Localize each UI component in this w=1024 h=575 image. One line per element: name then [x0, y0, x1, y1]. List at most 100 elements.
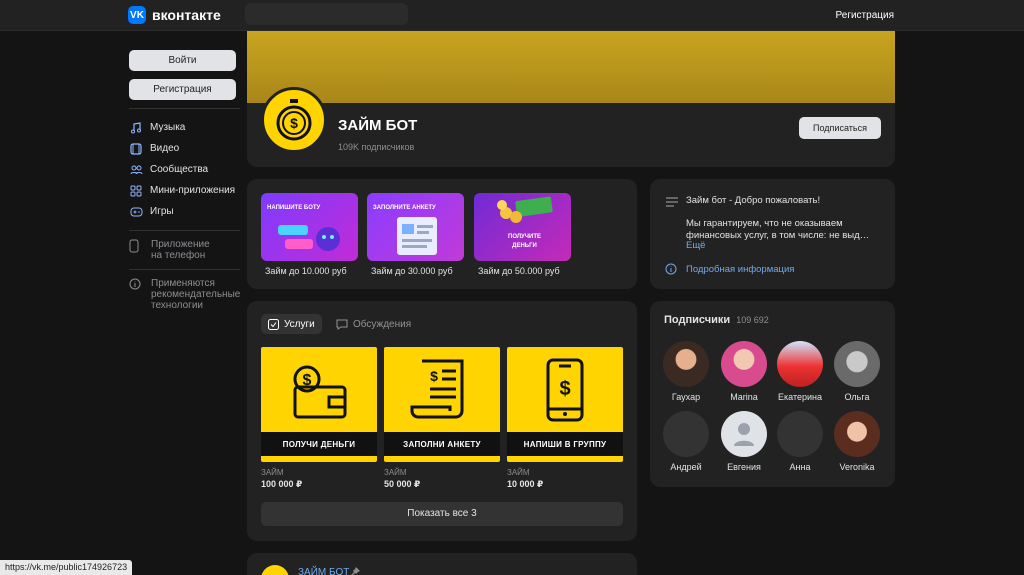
- service-image: $ НАПИШИ В ГРУППУ: [507, 347, 623, 462]
- group-header: [247, 103, 895, 167]
- gamepad-icon: [129, 205, 143, 219]
- checkbox-icon: [268, 318, 279, 330]
- sidebar-item-music[interactable]: Музыка: [129, 117, 240, 138]
- promo-get-money[interactable]: ПОЛУЧИТЕ ДЕНЬГИ: [474, 193, 571, 261]
- subscribers-heading[interactable]: Подписчики 109 692: [664, 314, 769, 326]
- tech-info-label: Применяются рекомендательные технологии: [151, 278, 241, 311]
- group-avatar[interactable]: $: [261, 87, 327, 153]
- group-name: ЗАЙМ БОТ: [338, 117, 418, 134]
- service-item[interactable]: $ ПОЛУЧИ ДЕНЬГИ ЗАЙМ 100 000 ₽: [261, 347, 377, 490]
- welcome-more-link[interactable]: Ещё: [686, 240, 705, 251]
- avatar: [663, 341, 709, 387]
- member-item[interactable]: Андрей: [658, 411, 714, 472]
- member-item[interactable]: Veronika: [829, 411, 885, 472]
- phone-icon: [129, 239, 143, 261]
- service-image: $ ПОЛУЧИ ДЕНЬГИ: [261, 347, 377, 462]
- promo-write-bot[interactable]: НАПИШИТЕ БОТУ: [261, 193, 358, 261]
- chat-bot-illustration: [278, 225, 340, 251]
- svg-text:$: $: [290, 115, 298, 131]
- show-all-button[interactable]: Показать все 3: [261, 502, 623, 526]
- avatar: [663, 411, 709, 457]
- top-bar: VK вконтакте Регистрация: [0, 0, 1024, 31]
- promo-title: НАПИШИТЕ БОТУ: [267, 205, 321, 211]
- browser-status-url: https://vk.me/public174926723: [0, 560, 133, 575]
- users-icon: [129, 163, 143, 177]
- pin-icon: [351, 567, 360, 575]
- group-subscriber-count[interactable]: 109K подписчиков: [338, 142, 414, 152]
- service-amount: 50 000 ₽: [384, 479, 421, 489]
- member-name: Marina: [730, 392, 758, 402]
- member-item[interactable]: Marina: [716, 341, 772, 402]
- welcome-title: Займ бот - Добро пожаловать!: [686, 195, 821, 206]
- tab-services[interactable]: Услуги: [261, 314, 322, 334]
- tab-label: Услуги: [284, 318, 315, 330]
- sidebar-item-video[interactable]: Видео: [129, 138, 240, 159]
- post-author-avatar[interactable]: [261, 565, 289, 575]
- service-item[interactable]: $ НАПИШИ В ГРУППУ ЗАЙМ 10 000 ₽: [507, 347, 623, 490]
- promo-card: НАПИШИТЕ БОТУ Займ до 10.000 руб ЗАПОЛНИ…: [247, 179, 637, 289]
- promo-fill-form[interactable]: ЗАПОЛНИТЕ АНКЕТУ: [367, 193, 464, 261]
- avatar: [834, 411, 880, 457]
- member-name: Евгения: [727, 462, 761, 472]
- stopwatch-dollar-icon: $: [276, 99, 312, 141]
- search-input[interactable]: [245, 3, 408, 25]
- service-band: ПОЛУЧИ ДЕНЬГИ: [261, 432, 377, 456]
- sidebar-item-label: Сообщества: [150, 164, 209, 175]
- service-amount: 10 000 ₽: [507, 479, 544, 489]
- sidebar-divider: [129, 108, 240, 109]
- phone-dollar-icon: $: [546, 358, 584, 422]
- subscribers-count: 109 692: [736, 315, 769, 325]
- money-illustration: [497, 196, 553, 223]
- avatar: [834, 341, 880, 387]
- welcome-text: Мы гарантируем, что не оказываем финансо…: [686, 218, 870, 241]
- member-item[interactable]: Евгения: [716, 411, 772, 472]
- member-name: Гаухар: [671, 392, 701, 402]
- details-link[interactable]: Подробная информация: [686, 264, 794, 275]
- group-cover: [247, 31, 895, 103]
- sidebar-item-label: Видео: [150, 143, 180, 154]
- wallet-dollar-icon: $: [293, 365, 347, 419]
- services-card: Услуги Обсуждения $ ПОЛУЧИ ДЕНЬГИ ЗАЙМ 1…: [247, 301, 637, 541]
- login-button[interactable]: Войти: [129, 50, 236, 71]
- subscribers-card: Подписчики 109 692 Гаухар Marina Екатери…: [650, 301, 895, 487]
- sidebar-item-games[interactable]: Игры: [129, 201, 240, 222]
- vk-logo[interactable]: VK вконтакте: [128, 6, 221, 24]
- chat-bubble-icon: [336, 319, 348, 330]
- sidebar-item-label: Мини-приложения: [150, 185, 236, 196]
- default-user-icon: [734, 423, 754, 446]
- sidebar-item-mini-apps[interactable]: Мини-приложения: [129, 180, 240, 201]
- top-register-link[interactable]: Регистрация: [836, 10, 894, 21]
- receipt-scroll-icon: $: [410, 359, 464, 419]
- info-icon: [665, 263, 677, 275]
- sidebar-item-label: Музыка: [150, 122, 186, 133]
- post-author-name[interactable]: ЗАЙМ БОТ: [298, 567, 349, 575]
- tech-info[interactable]: Применяются рекомендательные технологии: [129, 278, 240, 311]
- sidebar: Войти Регистрация Музыка Видео Сообществ…: [129, 50, 240, 311]
- member-item[interactable]: Анна: [772, 411, 828, 472]
- phone-app-label: Приложение на телефон: [151, 239, 210, 261]
- member-name: Ольга: [844, 392, 870, 402]
- logo-text: вконтакте: [152, 7, 221, 23]
- svg-text:$: $: [559, 378, 570, 400]
- promo-title: ПОЛУЧИТЕ ДЕНЬГИ: [508, 234, 541, 249]
- form-illustration: [397, 217, 437, 255]
- member-name: Екатерина: [778, 392, 822, 402]
- vk-logo-icon: VK: [128, 6, 146, 24]
- member-item[interactable]: Екатерина: [772, 341, 828, 402]
- sidebar-item-communities[interactable]: Сообщества: [129, 159, 240, 180]
- avatar: [777, 341, 823, 387]
- member-item[interactable]: Ольга: [829, 341, 885, 402]
- member-item[interactable]: Гаухар: [658, 341, 714, 402]
- member-name: Андрей: [670, 462, 702, 472]
- post-card: ЗАЙМ БОТ: [247, 553, 637, 575]
- phone-app-link[interactable]: Приложение на телефон: [129, 239, 240, 261]
- tab-discussions[interactable]: Обсуждения: [329, 314, 418, 334]
- music-note-icon: [129, 121, 143, 135]
- tab-label: Обсуждения: [353, 318, 412, 330]
- video-icon: [129, 142, 143, 156]
- service-item[interactable]: $ ЗАПОЛНИ АНКЕТУ ЗАЙМ 50 000 ₽: [384, 347, 500, 490]
- subscribe-button[interactable]: Подписаться: [799, 117, 881, 139]
- svg-text:$: $: [430, 368, 438, 384]
- avatar: [721, 341, 767, 387]
- register-button[interactable]: Регистрация: [129, 79, 236, 100]
